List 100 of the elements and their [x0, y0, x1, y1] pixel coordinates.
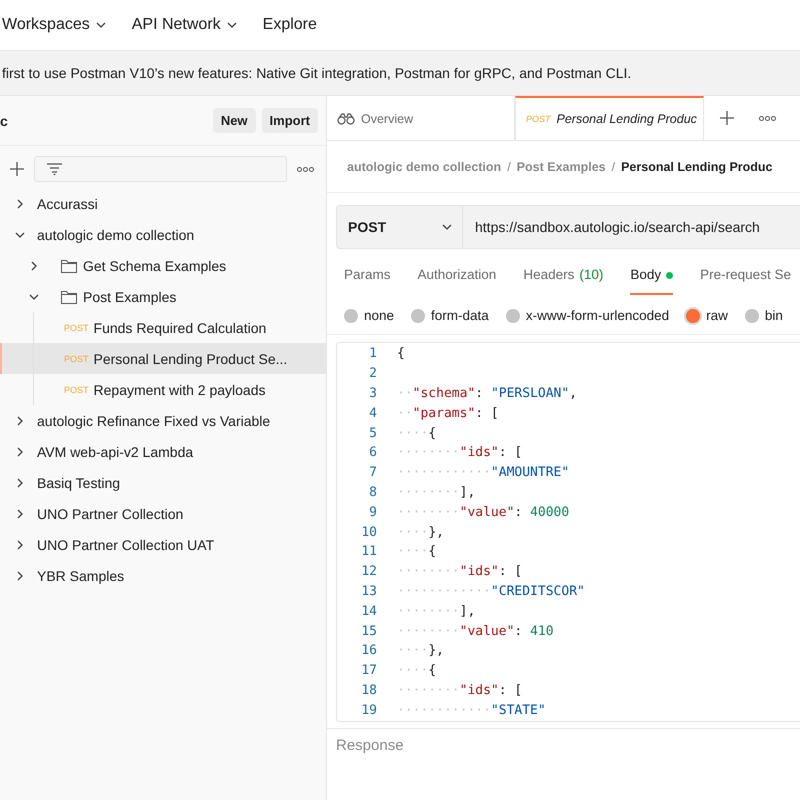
- code-line: ············"CREDITSCOR": [397, 584, 585, 599]
- line-number: 9: [368, 504, 377, 520]
- request-name: Personal Lending Product Se...: [94, 350, 288, 366]
- line-number: 10: [360, 524, 377, 540]
- request-tab[interactable]: Body: [630, 261, 674, 295]
- line-number: 18: [360, 682, 377, 698]
- code-line: ········"value": 410: [397, 624, 554, 639]
- add-icon[interactable]: [10, 162, 24, 176]
- line-number: 15: [360, 624, 377, 639]
- line-number: 2: [368, 366, 377, 382]
- tree-item[interactable]: POST Funds Required Calculation: [0, 312, 326, 343]
- code-line: ····{: [397, 663, 436, 678]
- caret-icon: [226, 22, 237, 28]
- nav-menu[interactable]: Explore: [262, 16, 317, 34]
- line-number: 4: [368, 406, 377, 421]
- tree-item[interactable]: autologic Refinance Fixed vs Variable: [0, 405, 326, 436]
- line-number: 6: [368, 445, 377, 460]
- sidebar-button[interactable]: New: [212, 108, 256, 133]
- tree-item[interactable]: Post Examples: [0, 281, 326, 312]
- radio-button[interactable]: [344, 308, 358, 322]
- radio-button[interactable]: [506, 308, 520, 322]
- radio-button[interactable]: [686, 308, 700, 322]
- more-icon: [758, 116, 776, 120]
- sidebar-button[interactable]: Import: [262, 108, 318, 133]
- line-number: 17: [360, 663, 377, 678]
- tree-item[interactable]: Get Schema Examples: [0, 250, 326, 281]
- request-tab[interactable]: Headers (10): [523, 261, 604, 295]
- collection-name: autologic Refinance Fixed vs Variable: [37, 412, 270, 428]
- tree-item[interactable]: AVM web-api-v2 Lambda: [0, 436, 326, 467]
- line-number: 5: [368, 426, 377, 441]
- code-line: ········],: [397, 604, 476, 619]
- line-number: 19: [360, 702, 377, 718]
- radio-button[interactable]: [411, 308, 426, 322]
- line-number: 7: [368, 465, 377, 480]
- collection-name: UNO Partner Collection: [37, 506, 184, 522]
- code-line: ····{: [397, 426, 436, 441]
- tree-item[interactable]: Accurassi: [0, 188, 326, 219]
- code-line: ············"STATE": [397, 702, 546, 718]
- collection-name: Basiq Testing: [37, 474, 120, 490]
- folder-icon: [61, 290, 77, 304]
- method-label: POST: [64, 354, 89, 364]
- filter-field[interactable]: [34, 156, 287, 182]
- line-number: 12: [360, 564, 377, 580]
- line-number: 13: [360, 584, 377, 599]
- tree-item[interactable]: UNO Partner Collection: [0, 498, 326, 529]
- filter-icon: [47, 163, 62, 175]
- code-line: ····},: [397, 643, 444, 658]
- line-number: 1: [368, 346, 377, 362]
- collection-name: autologic demo collection: [37, 226, 194, 242]
- collection-name: UNO Partner Collection UAT: [37, 536, 214, 552]
- code-line: ········"value": 40000: [397, 504, 570, 520]
- line-number: 8: [368, 484, 377, 500]
- workspace-title: c: [0, 112, 8, 128]
- collection-name: Accurassi: [37, 196, 98, 212]
- folder-icon: [61, 258, 77, 272]
- breadcrumb-separator: /: [507, 160, 511, 174]
- code-line: ········"ids": [: [397, 564, 522, 580]
- more-icon[interactable]: [297, 166, 314, 172]
- request-tab[interactable]: Pre-request Se: [700, 261, 791, 295]
- method-label: POST: [64, 384, 89, 394]
- body-type-option[interactable]: form-data: [411, 308, 489, 323]
- request-name: Funds Required Calculation: [94, 320, 266, 336]
- code-line: ············"AMOUNTRE": [397, 465, 570, 480]
- tree-item[interactable]: autologic demo collection: [0, 219, 326, 250]
- line-number: 16: [360, 643, 377, 658]
- line-number: 11: [360, 544, 377, 560]
- body-type-option[interactable]: none: [344, 308, 394, 323]
- nav-menu[interactable]: API Network: [132, 16, 237, 34]
- code-line: ··"params": [: [397, 406, 499, 421]
- response-heading: Response: [336, 737, 404, 754]
- code-line: {: [397, 346, 405, 362]
- request-tab[interactable]: Authorization: [418, 261, 496, 295]
- tree-item[interactable]: POST Repayment with 2 payloads: [0, 374, 326, 405]
- code-line: ····},: [397, 524, 444, 540]
- code-line: ····{: [397, 544, 436, 560]
- tree-item[interactable]: POST Personal Lending Product Se...: [0, 343, 326, 374]
- body-type-option[interactable]: raw: [686, 308, 728, 323]
- tree-item[interactable]: Basiq Testing: [0, 467, 326, 498]
- tree-item[interactable]: YBR Samples: [0, 560, 326, 591]
- breadcrumb-separator: /: [612, 160, 616, 174]
- body-type-option[interactable]: bin: [744, 308, 783, 323]
- add-icon: [720, 111, 734, 125]
- folder-name: Post Examples: [83, 288, 176, 304]
- announcement-text: first to use Postman V10’s new features: Native Git integration, Postman for gRPC, and Postman CLI.: [2, 65, 632, 81]
- body-type-option[interactable]: x-www-form-urlencoded: [506, 308, 670, 323]
- nav-menu[interactable]: Workspaces: [2, 16, 106, 34]
- method-label: POST: [64, 322, 89, 332]
- line-number: 14: [360, 604, 377, 619]
- code-line: ········"ids": [: [397, 445, 522, 460]
- line-number: 3: [368, 386, 377, 401]
- folder-name: Get Schema Examples: [83, 258, 226, 274]
- breadcrumb-link[interactable]: Personal Lending Produc: [621, 160, 773, 174]
- request-name: Repayment with 2 payloads: [94, 382, 266, 398]
- radio-button[interactable]: [744, 308, 759, 322]
- request-tab[interactable]: Params: [344, 261, 391, 295]
- tree-item[interactable]: UNO Partner Collection UAT: [0, 529, 326, 560]
- collection-name: AVM web-api-v2 Lambda: [37, 444, 194, 460]
- editor-tab[interactable]: POST Personal Lending Produc: [515, 96, 704, 140]
- code-line: ········],: [397, 484, 476, 500]
- collection-name: YBR Samples: [37, 568, 124, 584]
